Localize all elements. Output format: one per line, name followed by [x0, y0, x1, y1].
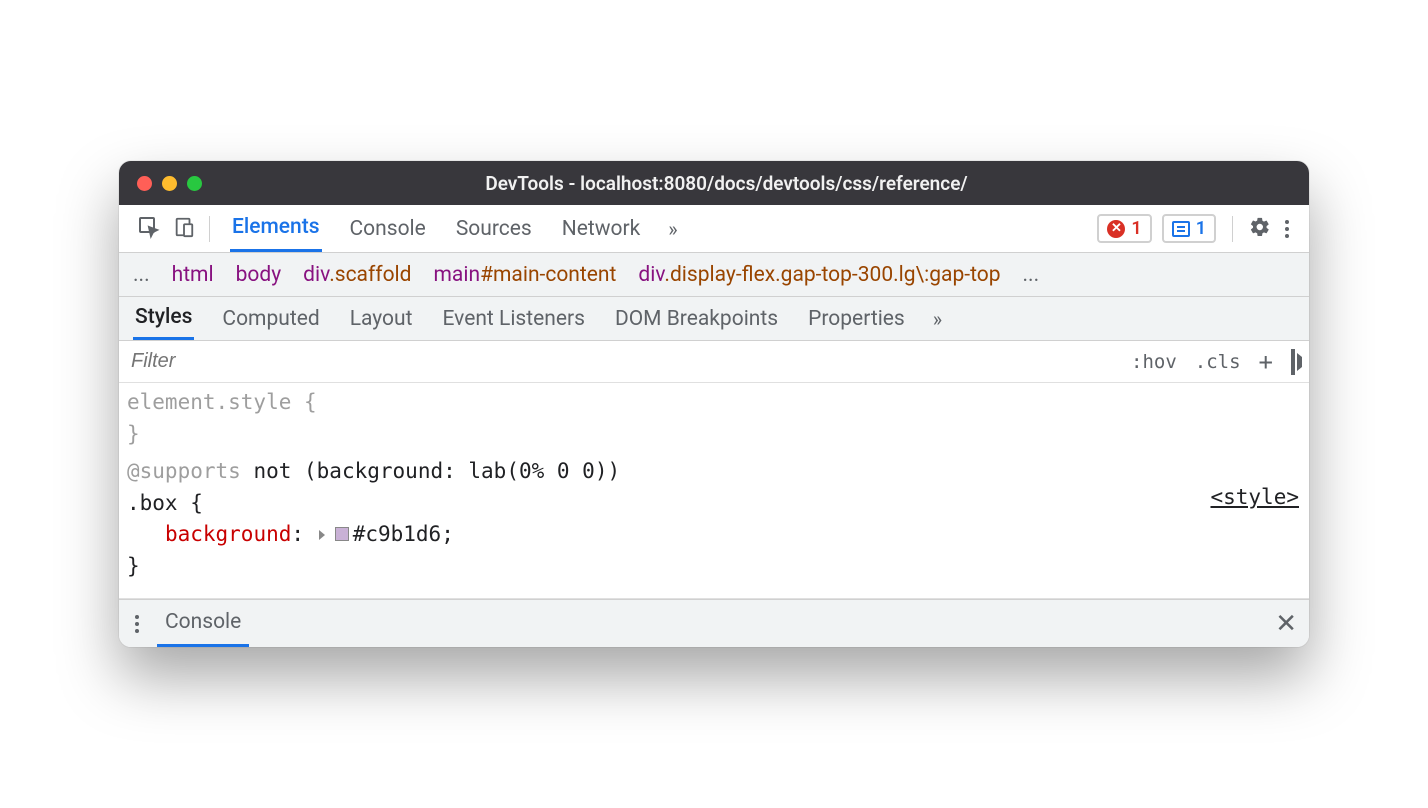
selector-text: element.style — [127, 390, 291, 414]
error-badge[interactable]: ✕ 1 — [1097, 214, 1151, 243]
divider — [1232, 216, 1233, 242]
inspect-element-icon[interactable] — [137, 215, 161, 243]
close-drawer-button[interactable]: ✕ — [1275, 609, 1297, 639]
message-count: 1 — [1196, 218, 1206, 239]
tab-sources[interactable]: Sources — [454, 207, 534, 251]
css-property[interactable]: background — [165, 522, 291, 546]
styles-pane: element.style { } @supports not (backgro… — [119, 383, 1309, 599]
computed-panel-toggle-icon[interactable] — [1291, 351, 1295, 373]
style-source-link[interactable]: <style> — [1210, 482, 1299, 514]
message-icon — [1172, 221, 1190, 237]
at-rule-condition: not (background: lab(0% 0 0)) — [253, 459, 620, 483]
devtools-window: DevTools - localhost:8080/docs/devtools/… — [119, 161, 1309, 647]
breadcrumb-overflow-right[interactable]: ... — [1023, 263, 1040, 287]
traffic-lights — [137, 176, 202, 191]
more-subtabs-icon[interactable]: » — [933, 307, 942, 331]
more-tabs-icon[interactable]: » — [668, 217, 677, 241]
settings-gear-icon[interactable] — [1249, 216, 1271, 242]
more-options-icon[interactable] — [1281, 216, 1293, 242]
breadcrumb-item[interactable]: main#main-content — [434, 263, 617, 287]
subtab-event-listeners[interactable]: Event Listeners — [440, 299, 586, 339]
cls-toggle[interactable]: .cls — [1195, 351, 1241, 373]
message-badge[interactable]: 1 — [1162, 214, 1216, 243]
new-style-rule-button[interactable]: + — [1259, 348, 1273, 376]
breadcrumb: ... html body div.scaffold main#main-con… — [119, 253, 1309, 297]
maximize-window-button[interactable] — [187, 176, 202, 191]
divider — [209, 216, 210, 242]
filter-row: :hov .cls + — [119, 341, 1309, 383]
hov-toggle[interactable]: :hov — [1131, 351, 1177, 373]
error-count: 1 — [1131, 218, 1141, 239]
window-title: DevTools - localhost:8080/docs/devtools/… — [222, 172, 1291, 195]
color-swatch[interactable] — [335, 527, 349, 541]
tab-console[interactable]: Console — [348, 207, 428, 251]
minimize-window-button[interactable] — [162, 176, 177, 191]
subtab-styles[interactable]: Styles — [133, 297, 194, 340]
error-icon: ✕ — [1107, 220, 1125, 238]
at-rule-keyword: @supports — [127, 459, 241, 483]
supports-rule[interactable]: @supports not (background: lab(0% 0 0)) … — [127, 456, 1301, 582]
tab-network[interactable]: Network — [560, 207, 643, 251]
drawer-tab-console[interactable]: Console — [157, 600, 249, 647]
element-style-rule[interactable]: element.style { } — [127, 387, 1301, 450]
breadcrumb-item[interactable]: div.display-flex.gap-top-300.lg\:gap-top — [638, 263, 1000, 287]
device-toggle-icon[interactable] — [173, 216, 195, 242]
subtab-computed[interactable]: Computed — [220, 299, 321, 339]
breadcrumb-item[interactable]: html — [172, 263, 214, 287]
main-tab-strip: Elements Console Sources Network » — [216, 205, 1097, 252]
filter-input[interactable] — [119, 344, 1117, 379]
breadcrumb-overflow-left[interactable]: ... — [133, 263, 150, 287]
breadcrumb-item[interactable]: body — [236, 263, 282, 287]
main-toolbar: Elements Console Sources Network » ✕ 1 1 — [119, 205, 1309, 253]
rule-selector: .box — [127, 491, 178, 515]
breadcrumb-item[interactable]: div.scaffold — [303, 263, 411, 287]
subtab-properties[interactable]: Properties — [806, 299, 907, 339]
subtab-dom-breakpoints[interactable]: DOM Breakpoints — [613, 299, 780, 339]
status-badges: ✕ 1 1 — [1097, 214, 1299, 243]
subtab-layout[interactable]: Layout — [348, 299, 415, 339]
expand-icon[interactable] — [319, 530, 325, 540]
close-window-button[interactable] — [137, 176, 152, 191]
console-drawer: Console ✕ — [119, 599, 1309, 647]
drawer-menu-icon[interactable] — [131, 611, 143, 637]
titlebar: DevTools - localhost:8080/docs/devtools/… — [119, 161, 1309, 205]
css-value[interactable]: #c9b1d6 — [353, 522, 442, 546]
styles-tab-strip: Styles Computed Layout Event Listeners D… — [119, 297, 1309, 341]
tab-elements[interactable]: Elements — [230, 205, 322, 252]
